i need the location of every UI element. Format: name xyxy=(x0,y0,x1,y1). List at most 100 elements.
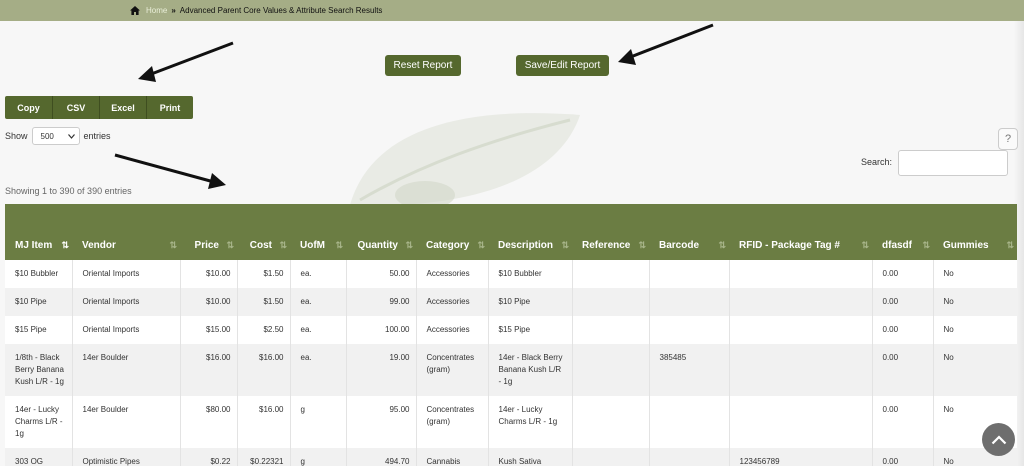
sort-icon: ⇅ xyxy=(638,240,645,250)
cell-vendor: Optimistic Pipes xyxy=(72,448,181,466)
cell-quantity: 19.00 xyxy=(346,344,417,396)
cell-mj-item: 303 OG xyxy=(5,448,73,466)
cell-uofm: ea. xyxy=(290,316,347,344)
cell-price: $80.00 xyxy=(180,396,238,448)
entries-label: entries xyxy=(83,131,111,141)
cell-barcode xyxy=(649,260,730,288)
cell-description: Kush Sativa xyxy=(488,448,573,466)
column-header-dfasdf[interactable]: dfasdf ⇅ xyxy=(872,204,933,260)
cell-dfasdf: 0.00 xyxy=(872,316,934,344)
sort-icon: ⇅ xyxy=(1006,240,1013,250)
column-header-price[interactable]: Price ⇅ xyxy=(180,204,237,260)
cell-category: Concentrates (gram) xyxy=(416,396,489,448)
table-info: Showing 1 to 390 of 390 entries xyxy=(5,186,132,196)
column-header-label: Gummies xyxy=(943,240,989,251)
search-input[interactable] xyxy=(898,150,1008,176)
entries-per-page-select[interactable]: 500 xyxy=(31,127,80,145)
cell-reference xyxy=(572,344,650,396)
sort-icon: ⇅ xyxy=(405,240,412,250)
column-header-vendor[interactable]: Vendor ⇅ xyxy=(72,204,180,260)
arrow-to-export-buttons xyxy=(145,41,234,78)
column-header-reference[interactable]: Reference ⇅ xyxy=(572,204,649,260)
column-header-label: Description xyxy=(498,240,554,251)
cell-uofm: g xyxy=(290,396,347,448)
cell-mj-item: 14er - Lucky Charms L/R - 1g xyxy=(5,396,73,448)
column-header-uofm[interactable]: UofM ⇅ xyxy=(290,204,346,260)
chevron-up-icon xyxy=(991,434,1006,444)
table-row[interactable]: $10 Bubbler Oriental Imports $10.00 $1.5… xyxy=(5,260,1017,288)
cell-rfid xyxy=(729,260,873,288)
sort-icon: ⇅ xyxy=(226,240,233,250)
cell-category: Cannabis xyxy=(416,448,489,466)
cell-price: $0.22 xyxy=(180,448,238,466)
cell-rfid xyxy=(729,344,873,396)
cell-reference xyxy=(572,288,650,316)
sort-icon: ⇅ xyxy=(561,240,568,250)
cell-gummies: No xyxy=(933,260,1017,288)
cell-description: 14er - Black Berry Banana Kush L/R - 1g xyxy=(488,344,573,396)
sort-icon: ⇅ xyxy=(61,240,68,250)
cell-dfasdf: 0.00 xyxy=(872,448,934,466)
cell-quantity: 99.00 xyxy=(346,288,417,316)
column-header-cost[interactable]: Cost ⇅ xyxy=(237,204,290,260)
cell-quantity: 50.00 xyxy=(346,260,417,288)
table-row[interactable]: 303 OG Optimistic Pipes $0.22 $0.22321 g… xyxy=(5,448,1017,466)
column-header-label: Barcode xyxy=(659,240,700,251)
cell-price: $10.00 xyxy=(180,288,238,316)
cell-barcode xyxy=(649,448,730,466)
cell-quantity: 100.00 xyxy=(346,316,417,344)
cell-mj-item: $15 Pipe xyxy=(5,316,73,344)
table-row[interactable]: $15 Pipe Oriental Imports $15.00 $2.50 e… xyxy=(5,316,1017,344)
cell-mj-item: $10 Pipe xyxy=(5,288,73,316)
cell-vendor: 14er Boulder xyxy=(72,344,181,396)
cell-dfasdf: 0.00 xyxy=(872,288,934,316)
cell-dfasdf: 0.00 xyxy=(872,260,934,288)
cell-reference xyxy=(572,448,650,466)
column-header-barcode[interactable]: Barcode ⇅ xyxy=(649,204,729,260)
cell-gummies: No xyxy=(933,288,1017,316)
column-header-rfid[interactable]: RFID - Package Tag # ⇅ xyxy=(729,204,872,260)
cell-reference xyxy=(572,316,650,344)
cell-quantity: 95.00 xyxy=(346,396,417,448)
results-table: MJ Item ⇅ Vendor ⇅ Price ⇅ Cost ⇅ UofM ⇅ Quan… xyxy=(5,204,1017,466)
cell-gummies: No xyxy=(933,316,1017,344)
column-header-label: Vendor xyxy=(82,240,116,251)
table-row[interactable]: $10 Pipe Oriental Imports $10.00 $1.50 e… xyxy=(5,288,1017,316)
cell-rfid xyxy=(729,396,873,448)
cell-barcode xyxy=(649,316,730,344)
cell-cost: $2.50 xyxy=(237,316,291,344)
cell-dfasdf: 0.00 xyxy=(872,396,934,448)
cell-vendor: Oriental Imports xyxy=(72,288,181,316)
cell-reference xyxy=(572,260,650,288)
entries-length-control: Show 500 entries xyxy=(5,127,111,145)
arrow-head-save xyxy=(618,49,636,65)
column-header-mj-item[interactable]: MJ Item ⇅ xyxy=(5,204,72,260)
cell-description: $10 Pipe xyxy=(488,288,573,316)
cell-vendor: Oriental Imports xyxy=(72,260,181,288)
table-body: $10 Bubbler Oriental Imports $10.00 $1.5… xyxy=(5,260,1017,466)
table-row[interactable]: 14er - Lucky Charms L/R - 1g 14er Boulde… xyxy=(5,396,1017,448)
arrow-head-table xyxy=(208,173,226,189)
cell-description: 14er - Lucky Charms L/R - 1g xyxy=(488,396,573,448)
cell-cost: $16.00 xyxy=(237,344,291,396)
column-header-label: Cost xyxy=(249,240,272,251)
sort-icon: ⇅ xyxy=(718,240,725,250)
cell-category: Accessories xyxy=(416,288,489,316)
cell-price: $16.00 xyxy=(180,344,238,396)
table-row[interactable]: 1/8th - Black Berry Banana Kush L/R - 1g… xyxy=(5,344,1017,396)
scroll-to-top-button[interactable] xyxy=(982,423,1015,456)
sort-icon: ⇅ xyxy=(279,240,286,250)
column-header-description[interactable]: Description ⇅ xyxy=(488,204,572,260)
column-header-gummies[interactable]: Gummies ⇅ xyxy=(933,204,1017,260)
cell-uofm: ea. xyxy=(290,344,347,396)
cell-quantity: 494.70 xyxy=(346,448,417,466)
column-header-label: Reference xyxy=(582,240,631,251)
arrow-to-save-button xyxy=(627,23,714,60)
cell-gummies: No xyxy=(933,344,1017,396)
column-header-quantity[interactable]: Quantity ⇅ xyxy=(346,204,416,260)
cell-cost: $1.50 xyxy=(237,260,291,288)
arrow-to-table xyxy=(114,153,215,184)
help-button[interactable]: ? xyxy=(998,128,1018,150)
column-header-category[interactable]: Category ⇅ xyxy=(416,204,488,260)
sort-icon: ⇅ xyxy=(922,240,929,250)
